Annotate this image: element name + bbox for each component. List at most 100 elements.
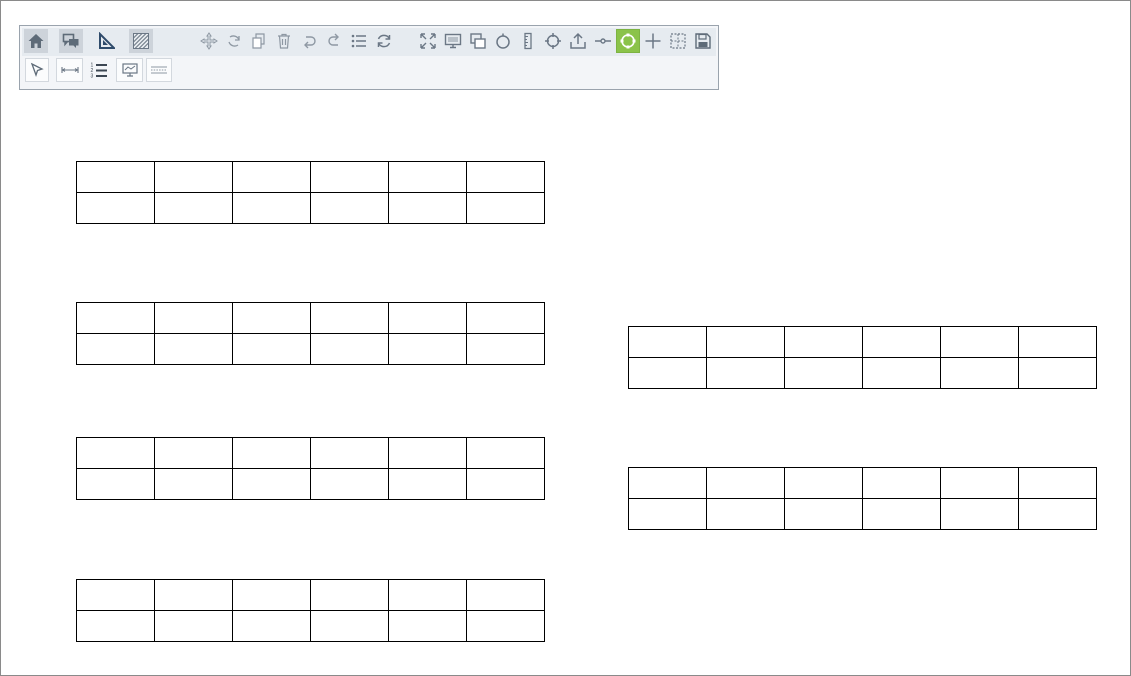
table-cell[interactable] <box>232 192 311 224</box>
table-cell[interactable] <box>76 437 155 469</box>
table-cell[interactable] <box>784 357 863 389</box>
table-cell[interactable] <box>940 326 1019 358</box>
table-cell[interactable] <box>310 610 389 642</box>
table-cell[interactable] <box>76 161 155 193</box>
table-cell[interactable] <box>466 161 545 193</box>
table-cell[interactable] <box>388 468 467 500</box>
pointer-button[interactable] <box>25 58 49 82</box>
table-cell[interactable] <box>940 498 1019 530</box>
table-cell[interactable] <box>310 333 389 365</box>
table-cell[interactable] <box>76 468 155 500</box>
table-cell[interactable] <box>232 333 311 365</box>
delete-button[interactable] <box>272 29 296 53</box>
table-cell[interactable] <box>76 579 155 611</box>
table-cell[interactable] <box>154 579 233 611</box>
hatch-tab[interactable] <box>129 29 153 53</box>
table-cell[interactable] <box>784 467 863 499</box>
table-cell[interactable] <box>1018 326 1097 358</box>
table-cell[interactable] <box>232 579 311 611</box>
table-cell[interactable] <box>310 192 389 224</box>
connector-button[interactable] <box>591 29 615 53</box>
table-cell[interactable] <box>1018 498 1097 530</box>
grid-button[interactable] <box>666 29 690 53</box>
table-cell[interactable] <box>466 579 545 611</box>
table-cell[interactable] <box>154 610 233 642</box>
table-cell[interactable] <box>466 610 545 642</box>
table-cell[interactable] <box>76 610 155 642</box>
rotate-button[interactable] <box>222 29 246 53</box>
table-cell[interactable] <box>466 468 545 500</box>
table-cell[interactable] <box>310 161 389 193</box>
move-button[interactable] <box>197 29 221 53</box>
table-cell[interactable] <box>310 437 389 469</box>
table-cell[interactable] <box>388 610 467 642</box>
display-button[interactable] <box>116 58 143 82</box>
home-tab[interactable] <box>24 29 48 53</box>
numbered-list-button[interactable]: 123 <box>87 58 111 82</box>
table-cell[interactable] <box>940 357 1019 389</box>
table-cell[interactable] <box>232 437 311 469</box>
table-cell[interactable] <box>466 437 545 469</box>
table-cell[interactable] <box>154 468 233 500</box>
table-cell[interactable] <box>1018 357 1097 389</box>
monitor-button[interactable] <box>441 29 465 53</box>
table-cell[interactable] <box>154 192 233 224</box>
crosshair-button[interactable] <box>541 29 565 53</box>
table-cell[interactable] <box>232 161 311 193</box>
table-cell[interactable] <box>388 333 467 365</box>
table-cell[interactable] <box>940 467 1019 499</box>
table-cell[interactable] <box>862 467 941 499</box>
table-cell[interactable] <box>706 357 785 389</box>
table-cell[interactable] <box>388 579 467 611</box>
table-cell[interactable] <box>310 468 389 500</box>
chat-tab[interactable] <box>59 29 83 53</box>
circle-button[interactable] <box>491 29 515 53</box>
list-button[interactable] <box>347 29 371 53</box>
table-cell[interactable] <box>388 302 467 334</box>
node-circle-button[interactable] <box>616 29 640 53</box>
table-cell[interactable] <box>154 161 233 193</box>
table-cell[interactable] <box>466 302 545 334</box>
undo-button[interactable] <box>297 29 321 53</box>
table-cell[interactable] <box>862 326 941 358</box>
table-cell[interactable] <box>1018 467 1097 499</box>
table-cell[interactable] <box>232 610 311 642</box>
table-cell[interactable] <box>232 468 311 500</box>
table-cell[interactable] <box>76 192 155 224</box>
plus-button[interactable] <box>641 29 665 53</box>
table-cell[interactable] <box>628 467 707 499</box>
table-cell[interactable] <box>784 326 863 358</box>
table-cell[interactable] <box>466 192 545 224</box>
table-cell[interactable] <box>862 357 941 389</box>
table-cell[interactable] <box>388 161 467 193</box>
fit-to-screen-button[interactable] <box>416 29 440 53</box>
table-cell[interactable] <box>76 302 155 334</box>
table-cell[interactable] <box>706 498 785 530</box>
redo-button[interactable] <box>322 29 346 53</box>
layers-button[interactable] <box>466 29 490 53</box>
table-cell[interactable] <box>232 302 311 334</box>
table-cell[interactable] <box>784 498 863 530</box>
table-cell[interactable] <box>628 357 707 389</box>
set-square-tab[interactable] <box>94 29 118 53</box>
refresh-button[interactable] <box>372 29 396 53</box>
ruler-button[interactable] <box>516 29 540 53</box>
table-cell[interactable] <box>388 437 467 469</box>
upload-button[interactable] <box>566 29 590 53</box>
table-cell[interactable] <box>310 579 389 611</box>
table-cell[interactable] <box>388 192 467 224</box>
table-cell[interactable] <box>154 333 233 365</box>
dimension-button[interactable] <box>56 58 83 82</box>
table-cell[interactable] <box>628 326 707 358</box>
copy-button[interactable] <box>247 29 271 53</box>
table-cell[interactable] <box>154 437 233 469</box>
table-cell[interactable] <box>466 333 545 365</box>
table-cell[interactable] <box>154 302 233 334</box>
table-cell[interactable] <box>310 302 389 334</box>
table-cell[interactable] <box>628 498 707 530</box>
table-cell[interactable] <box>706 467 785 499</box>
dashed-lines-button[interactable] <box>146 58 172 82</box>
table-cell[interactable] <box>862 498 941 530</box>
table-cell[interactable] <box>76 333 155 365</box>
save-button[interactable] <box>691 29 715 53</box>
